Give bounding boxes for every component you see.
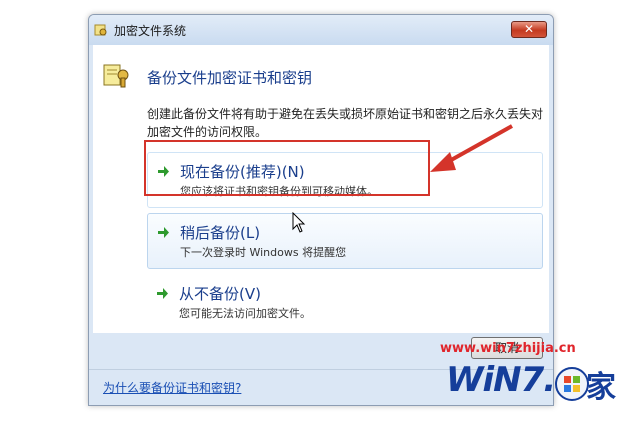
option-title: 稍后备份(L) bbox=[180, 224, 261, 242]
help-link[interactable]: 为什么要备份证书和密钥? bbox=[103, 379, 241, 396]
certificate-key-icon bbox=[103, 64, 129, 88]
mouse-cursor-icon bbox=[292, 212, 306, 233]
watermark-url: www.win7zhijia.cn bbox=[440, 341, 576, 356]
green-arrow-icon bbox=[158, 227, 169, 238]
never-backup-option[interactable]: 从不备份(V) 您可能无法访问加密文件。 bbox=[147, 275, 543, 331]
green-arrow-icon bbox=[157, 288, 168, 299]
backup-later-option[interactable]: 稍后备份(L) 下一次登录时 Windows 将提醒您 bbox=[147, 213, 543, 269]
page-title: 备份文件加密证书和密钥 bbox=[147, 69, 313, 87]
option-title: 从不备份(V) bbox=[179, 285, 261, 303]
option-description: 您可能无法访问加密文件。 bbox=[179, 307, 311, 320]
red-arrow-icon bbox=[430, 124, 513, 172]
option-description: 下一次登录时 Windows 将提醒您 bbox=[180, 246, 347, 259]
certificate-key-icon bbox=[94, 24, 107, 36]
window-title: 加密文件系统 bbox=[114, 24, 187, 38]
title-bar[interactable]: 加密文件系统 ✕ bbox=[89, 15, 553, 45]
highlight-box bbox=[144, 140, 430, 196]
watermark-logo-text: WiN7. bbox=[446, 360, 556, 400]
close-button[interactable]: ✕ bbox=[511, 21, 547, 38]
watermark-logo-char: 家 bbox=[586, 370, 616, 405]
